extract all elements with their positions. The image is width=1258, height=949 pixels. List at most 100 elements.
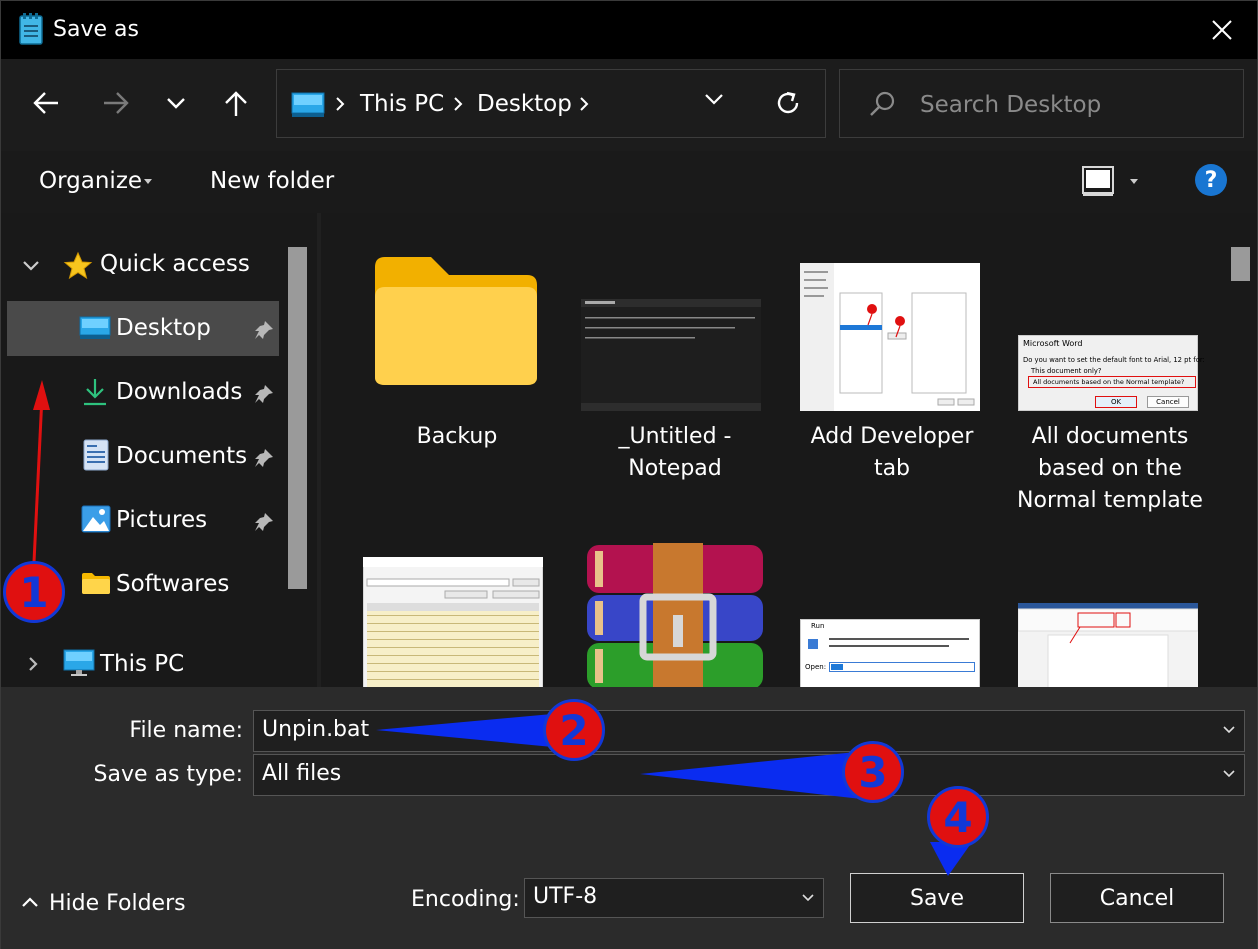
pin-icon[interactable]	[253, 383, 275, 405]
recent-locations-button[interactable]	[156, 83, 196, 123]
command-bar: Organize New folder ?	[1, 151, 1257, 213]
annotation-badge-1: 1	[3, 561, 65, 623]
sidebar-item-this-pc[interactable]: This PC	[7, 637, 279, 687]
close-button[interactable]	[1197, 7, 1247, 53]
hide-folders-label: Hide Folders	[49, 891, 186, 916]
pin-icon[interactable]	[253, 447, 275, 469]
sidebar-item-quick-access[interactable]: Quick access	[7, 239, 279, 294]
app-screenshot-thumbnail	[363, 557, 543, 687]
dialog-screenshot-thumbnail	[800, 263, 980, 411]
cancel-button[interactable]: Cancel	[1050, 873, 1224, 923]
file-item-run-dialog[interactable]: Run Open:	[792, 619, 992, 687]
up-arrow-icon	[225, 91, 247, 116]
folder-icon	[375, 257, 537, 385]
sidebar-item-label: This PC	[100, 651, 185, 677]
breadcrumb-this-pc[interactable]: This PC	[360, 91, 444, 117]
encoding-label: Encoding:	[411, 887, 520, 912]
encoding-value: UTF-8	[533, 884, 598, 909]
save-type-label: Save as type:	[93, 762, 244, 787]
navigation-scrollbar-thumb[interactable]	[288, 247, 307, 589]
sidebar-item-label: Downloads	[116, 379, 243, 405]
window-title: Save as	[53, 17, 139, 42]
file-name-input[interactable]: Unpin.bat	[253, 710, 1245, 752]
view-pane-icon[interactable]	[1081, 165, 1115, 197]
search-box[interactable]: Search Desktop	[839, 69, 1244, 138]
forward-button[interactable]	[96, 83, 136, 123]
notepad-icon	[19, 13, 43, 45]
word-dialog-option-1: This document only?	[1031, 367, 1102, 375]
file-item-label: Add Developer tab	[810, 424, 974, 481]
word-dialog-thumbnail: Microsoft Word Do you want to set the de…	[1018, 335, 1205, 411]
winrar-archive-icon	[587, 543, 763, 687]
back-button[interactable]	[26, 83, 66, 123]
chevron-down-icon[interactable]	[1222, 725, 1236, 735]
save-type-value: All files	[262, 761, 342, 786]
annotation-badge-2: 2	[543, 699, 605, 761]
pin-icon[interactable]	[253, 319, 275, 341]
annotation-badge-3: 3	[842, 741, 904, 803]
word-screenshot-thumbnail	[1018, 603, 1198, 687]
sidebar-item-label: Pictures	[116, 507, 208, 533]
breadcrumb-separator-icon	[454, 97, 463, 111]
new-folder-button[interactable]: New folder	[210, 168, 334, 194]
save-options-panel: File name: Unpin.bat Save as type: All f…	[1, 687, 1257, 949]
document-icon	[83, 439, 109, 471]
address-bar[interactable]: This PC Desktop	[276, 69, 826, 138]
search-input[interactable]: Search Desktop	[920, 92, 1101, 118]
run-dialog-open-label: Open:	[805, 663, 827, 671]
sidebar-item-documents[interactable]: Documents	[7, 429, 279, 484]
save-type-select[interactable]: All files	[253, 754, 1245, 796]
word-dialog-question: Do you want to set the default font to A…	[1023, 356, 1205, 364]
chevron-down-icon[interactable]	[21, 259, 41, 273]
breadcrumb-separator-icon	[580, 97, 589, 111]
word-dialog-option-2: All documents based on the Normal templa…	[1033, 378, 1185, 386]
save-as-dialog: Save as This PC Desktop Search Desktop O…	[0, 0, 1258, 949]
encoding-select[interactable]: UTF-8	[524, 878, 824, 918]
caret-down-icon	[144, 179, 152, 184]
word-dialog-ok: OK	[1095, 396, 1137, 408]
download-icon	[84, 379, 106, 406]
sidebar-item-label: Documents	[116, 443, 248, 469]
search-icon	[870, 91, 895, 116]
title-bar: Save as	[1, 1, 1257, 59]
file-item-untitled-notepad[interactable]: _Untitled - Notepad	[575, 249, 775, 481]
up-button[interactable]	[216, 83, 256, 123]
file-item-word-screenshot[interactable]	[1010, 603, 1210, 687]
file-item-archive[interactable]	[575, 543, 775, 687]
file-list: Backup _Untitled - Notepad Add Developer…	[321, 213, 1257, 687]
breadcrumb-desktop[interactable]: Desktop	[477, 91, 572, 117]
save-button[interactable]: Save	[850, 873, 1024, 923]
chevron-right-icon[interactable]	[27, 655, 39, 673]
word-dialog-cancel: Cancel	[1147, 396, 1189, 408]
back-arrow-icon	[33, 92, 58, 114]
file-item-all-documents-normal-template[interactable]: Microsoft Word Do you want to set the de…	[1010, 249, 1210, 513]
chevron-down-icon	[802, 894, 814, 902]
help-icon[interactable]: ?	[1195, 164, 1227, 196]
navigation-bar: This PC Desktop Search Desktop	[1, 59, 1257, 151]
file-item-label: Backup	[416, 424, 498, 449]
word-dialog-title: Microsoft Word	[1023, 339, 1083, 348]
chevron-up-icon	[22, 897, 38, 907]
address-dropdown-icon[interactable]	[703, 92, 725, 106]
sidebar-item-pictures[interactable]: Pictures	[7, 493, 279, 548]
breadcrumb-separator-icon	[336, 97, 345, 111]
file-item-thumbnail-cleaner[interactable]	[357, 549, 557, 687]
file-name-value[interactable]: Unpin.bat	[262, 717, 369, 742]
file-name-label: File name:	[129, 718, 243, 743]
desktop-icon	[79, 316, 111, 339]
organize-button[interactable]: Organize	[39, 168, 142, 194]
pictures-icon	[81, 505, 111, 533]
caret-down-icon[interactable]	[1130, 179, 1138, 184]
sidebar-item-desktop[interactable]: Desktop	[7, 301, 279, 356]
notepad-screenshot-thumbnail	[581, 299, 761, 411]
file-item-label: All documents based on the Normal templa…	[1017, 424, 1203, 513]
folder-icon	[82, 573, 110, 594]
pin-icon[interactable]	[253, 511, 275, 533]
file-item-backup[interactable]: Backup	[357, 249, 557, 469]
content-scrollbar-thumb[interactable]	[1231, 247, 1250, 281]
sidebar-item-downloads[interactable]: Downloads	[7, 365, 279, 420]
file-item-add-developer-tab[interactable]: Add Developer tab	[792, 249, 992, 481]
refresh-icon[interactable]	[773, 88, 803, 118]
file-item-label: _Untitled - Notepad	[618, 424, 732, 481]
run-dialog-thumbnail: Run Open:	[800, 619, 980, 687]
